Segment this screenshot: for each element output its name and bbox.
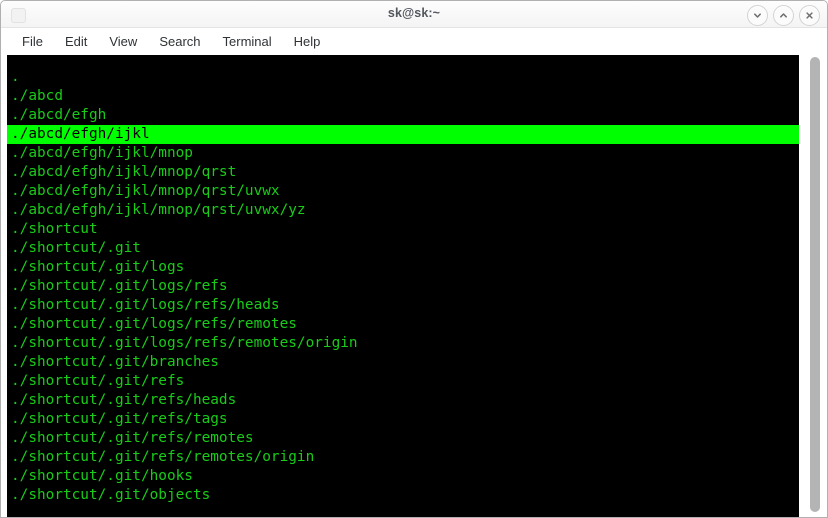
- terminal-line: ./shortcut/.git/logs: [11, 259, 185, 275]
- terminal-line-selected: ./abcd/efgh/ijkl: [7, 125, 799, 144]
- terminal-line: ./shortcut/.git/objects: [11, 487, 211, 503]
- terminal-line: ./shortcut/.git/logs/refs/remotes/origin: [11, 335, 358, 351]
- window-controls: [747, 5, 820, 26]
- terminal-line: ./shortcut/.git/refs/tags: [11, 411, 228, 427]
- terminal-window: sk@sk:~ File Edit View Search Terminal H…: [0, 0, 828, 518]
- scrollbar-thumb[interactable]: [810, 57, 820, 512]
- minimize-button[interactable]: [747, 5, 768, 26]
- menu-item-terminal[interactable]: Terminal: [214, 32, 281, 51]
- terminal-line: ./shortcut/.git/refs/remotes: [11, 430, 254, 446]
- terminal-line: ./abcd/efgh: [11, 107, 107, 123]
- menu-item-search[interactable]: Search: [150, 32, 209, 51]
- terminal-line: .: [11, 69, 20, 85]
- menu-item-file[interactable]: File: [13, 32, 52, 51]
- terminal-line: ./abcd/efgh/ijkl/mnop/qrst/uvwx: [11, 183, 280, 199]
- terminal-area: . ./abcd ./abcd/efgh ./abcd/efgh/ijkl ./abcd…: [1, 54, 827, 517]
- terminal-line: ./shortcut/.git/refs/heads: [11, 392, 237, 408]
- terminal-line: ./abcd/efgh/ijkl/mnop/qrst/uvwx/yz: [11, 202, 306, 218]
- terminal-line: ./shortcut/.git/refs/remotes/origin: [11, 449, 315, 465]
- terminal-line: ./shortcut/.git/refs: [11, 373, 185, 389]
- terminal-output[interactable]: . ./abcd ./abcd/efgh ./abcd/efgh/ijkl ./abcd…: [7, 55, 799, 517]
- menu-item-help[interactable]: Help: [285, 32, 330, 51]
- close-button[interactable]: [799, 5, 820, 26]
- menu-item-view[interactable]: View: [100, 32, 146, 51]
- chevron-down-icon: [754, 13, 761, 18]
- terminal-line: ./abcd/efgh/ijkl/mnop/qrst: [11, 164, 237, 180]
- terminal-line: ./abcd: [11, 88, 63, 104]
- terminal-line: ./shortcut/.git/branches: [11, 354, 219, 370]
- title-bar[interactable]: sk@sk:~: [1, 1, 827, 28]
- terminal-line: ./shortcut/.git/logs/refs/heads: [11, 297, 280, 313]
- terminal-line: ./shortcut/.git/logs/refs/remotes: [11, 316, 297, 332]
- terminal-line: ./abcd/efgh/ijkl/mnop: [11, 145, 193, 161]
- window-title: sk@sk:~: [387, 6, 441, 20]
- chevron-up-icon: [780, 13, 787, 18]
- close-icon: [806, 12, 813, 19]
- terminal-line: ./shortcut/.git/hooks: [11, 468, 193, 484]
- terminal-line: ./shortcut: [11, 221, 98, 237]
- terminal-line: ./shortcut/.git: [11, 240, 141, 256]
- menu-bar: File Edit View Search Terminal Help: [1, 28, 827, 54]
- terminal-scrollbar[interactable]: [807, 55, 823, 516]
- terminal-line: ./shortcut/.git/logs/refs: [11, 278, 228, 294]
- maximize-button[interactable]: [773, 5, 794, 26]
- menu-item-edit[interactable]: Edit: [56, 32, 96, 51]
